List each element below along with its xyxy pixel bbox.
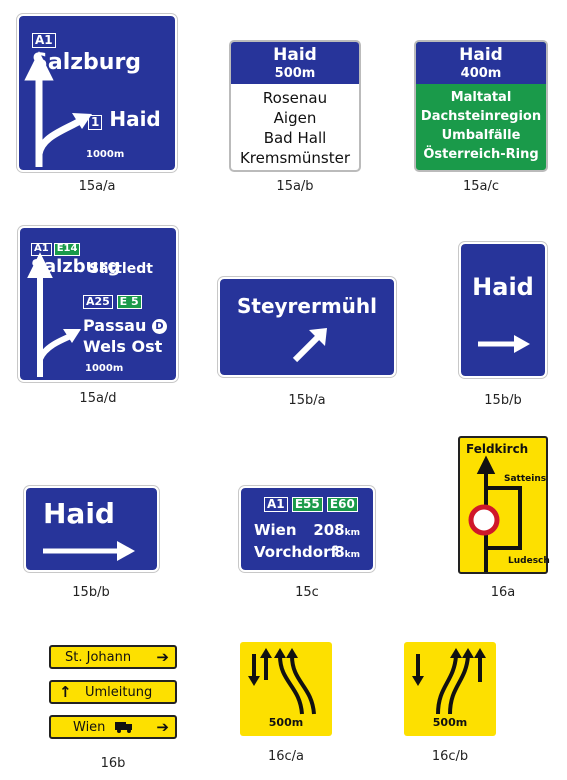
route-shield: A1 <box>264 497 288 512</box>
exit-number: 1 <box>88 115 103 130</box>
sign-15c: A1 E55 E60 Wien 208km Vorchdorf 8km <box>239 486 375 572</box>
sign-15a-d: A1 E14 Salzburg Sattledt A25 E 5 Passau D… <box>18 226 178 382</box>
caption-16b: 16b <box>100 756 126 771</box>
arrow-right-icon: ➔ <box>156 718 169 736</box>
caption-15c: 15c <box>295 585 319 600</box>
destination-line: Bad Hall <box>263 129 327 147</box>
arrow-up-icon: ↑ <box>59 683 72 701</box>
sign-15a-c: Haid 400m Maltatal Dachsteinregion Umbal… <box>414 40 548 172</box>
caption-15b-a: 15b/a <box>288 393 326 408</box>
caption-15a-a: 15a/a <box>78 179 116 194</box>
destination-label: Wien <box>254 521 297 539</box>
route-shield: A25 <box>83 295 113 309</box>
euro-route-shield: E 5 <box>116 295 142 309</box>
caption-16c-b: 16c/b <box>431 749 469 764</box>
caption-15a-b: 15a/b <box>276 179 314 194</box>
caption-15a-c: 15a/c <box>462 179 500 194</box>
euro-route-shield: E55 <box>291 497 323 512</box>
destination-label: Umleitung <box>85 685 153 700</box>
destination-label: St. Johann <box>65 650 132 665</box>
caption-15b-b: 15b/b <box>484 393 522 408</box>
sign-16c-a: 500m <box>240 642 332 736</box>
destination-label: Vorchdorf <box>254 543 338 561</box>
destination-line: Aigen <box>273 109 317 127</box>
distance-label: 1000m <box>85 363 124 374</box>
distance-label: 500m <box>432 716 468 729</box>
route-shield: A1 <box>31 243 52 256</box>
distance-label: 1000m <box>86 149 125 160</box>
destination-line: Rosenau <box>262 89 328 107</box>
route-shield: A1 <box>32 33 56 48</box>
exit-name: Haid <box>109 107 161 131</box>
exit-name: Haid <box>459 45 503 65</box>
sign-16b-3: Wien ➔ <box>49 715 177 739</box>
arrow-right-icon: ➔ <box>156 648 169 666</box>
distance-value: 8 <box>334 543 345 561</box>
exit-name: Haid <box>273 45 317 65</box>
sign-15b-b-tall: Haid <box>459 242 547 378</box>
caption-16c-a: 16c/a <box>267 749 305 764</box>
country-oval: D <box>151 319 167 334</box>
sign-15a-a: A1 Salzburg 1 Haid 1000m <box>17 14 177 172</box>
destination-label: Sattledt <box>89 261 153 277</box>
distance-label: 400m <box>460 66 502 81</box>
destination-line: Österreich-Ring <box>423 147 539 162</box>
arrow-right-icon <box>478 335 530 353</box>
destination-line: Kremsmünster <box>239 149 351 167</box>
sign-16a: Feldkirch Satteins Ludesch <box>458 436 550 574</box>
euro-route-shield: E14 <box>53 243 81 256</box>
distance-value: 208 <box>313 521 345 539</box>
sign-15a-b: Haid 500m Rosenau Aigen Bad Hall Kremsmü… <box>229 40 361 172</box>
detour-diagram-icon <box>468 455 522 572</box>
destination-line: Dachsteinregion <box>420 109 542 124</box>
arrow-up-right-icon <box>292 328 327 363</box>
sign-15b-a: Steyrermühl <box>218 277 396 377</box>
arrow-right-icon <box>43 541 135 561</box>
distance-label: 500m <box>274 66 316 81</box>
destination-line: Umbalfälle <box>441 128 521 143</box>
distance-label: 500m <box>268 716 304 729</box>
destination-label: Wels Ost <box>83 337 163 356</box>
destination-label: Passau <box>83 316 147 335</box>
destination-line: Maltatal <box>450 90 512 105</box>
truck-icon <box>115 721 133 733</box>
sign-16b-1: St. Johann ➔ <box>49 645 177 669</box>
sign-15b-b-wide: Haid <box>24 486 159 572</box>
caption-15a-d: 15a/d <box>79 391 117 406</box>
destination-label: Wien <box>73 720 106 735</box>
caption-16a: 16a <box>490 585 516 600</box>
destination-label: Salzburg <box>32 50 142 75</box>
sign-16c-b: 500m <box>404 642 496 736</box>
sign-16b-2: ↑ Umleitung <box>49 680 177 704</box>
distance-unit: km <box>344 528 360 538</box>
caption-15b-b: 15b/b <box>72 585 110 600</box>
distance-unit: km <box>344 550 360 560</box>
euro-route-shield: E60 <box>326 497 358 512</box>
